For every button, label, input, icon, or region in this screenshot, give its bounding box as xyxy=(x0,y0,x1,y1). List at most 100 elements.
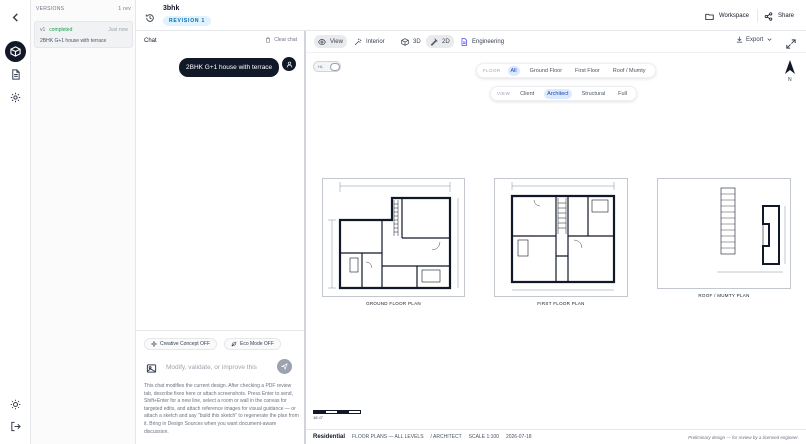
user-avatar xyxy=(282,57,296,71)
first-floor-title: FIRST FLOOR PLAN xyxy=(537,301,585,306)
project-name: 3bhk xyxy=(163,5,180,12)
send-icon xyxy=(281,363,288,370)
workspace-button[interactable]: Workspace xyxy=(705,9,749,23)
version-tag: v1 xyxy=(40,27,46,33)
drawing-canvas[interactable]: View Interior 3D 2D Engineering Export H… xyxy=(306,31,806,444)
settings-icon[interactable] xyxy=(5,87,26,108)
view-filter: VIEW Client Architect Structural Full xyxy=(490,86,637,101)
export-label: Export xyxy=(746,36,764,43)
user-icon xyxy=(286,61,292,67)
first-floor-plan[interactable] xyxy=(494,178,628,297)
version-time: Just now xyxy=(108,27,128,33)
3d-button[interactable]: 3D xyxy=(397,35,425,48)
view-button[interactable]: View xyxy=(314,35,347,48)
ground-floor-plan[interactable] xyxy=(322,178,465,297)
logout-icon[interactable] xyxy=(5,416,26,437)
creative-concept-toggle[interactable]: Creative Concept OFF xyxy=(144,338,218,350)
roof-plan[interactable] xyxy=(657,178,791,289)
revision-badge: REVISION 1 xyxy=(163,16,212,26)
app-root: VERSIONS 1 rev v1 completed Just now 2BH… xyxy=(0,0,806,444)
building-type: Residential xyxy=(313,434,346,440)
first-floor-drawing xyxy=(494,178,628,297)
view-option-client[interactable]: Client xyxy=(517,89,537,99)
clear-chat-button[interactable]: Clear chat xyxy=(265,37,297,43)
top-header: 3bhk REVISION 1 Workspace Share xyxy=(136,0,806,31)
folder-icon xyxy=(705,13,714,20)
chevron-down-icon xyxy=(767,38,772,41)
chat-divider xyxy=(136,330,305,331)
canvas-toolbar: View Interior 3D 2D Engineering Export xyxy=(306,31,806,53)
2d-label: 2D xyxy=(442,38,450,45)
north-label: N xyxy=(788,77,792,83)
chat-panel: Chat Clear chat 2BHK G+1 house with terr… xyxy=(136,31,305,444)
leaf-icon xyxy=(231,341,237,347)
eco-mode-toggle[interactable]: Eco Mode OFF xyxy=(224,338,281,350)
drawing-status-bar: Residential FLOOR PLANS — ALL LEVELS / A… xyxy=(306,429,806,444)
send-button[interactable] xyxy=(277,359,292,374)
versions-heading: VERSIONS xyxy=(36,6,65,12)
drawing-disclaimer: Preliminary design — for review by a lic… xyxy=(688,434,799,440)
user-message-bubble: 2BHK G+1 house with terrace xyxy=(179,58,280,77)
interior-button[interactable]: Interior xyxy=(350,35,389,48)
interior-label: Interior xyxy=(366,38,385,45)
share-button[interactable]: Share xyxy=(764,9,794,23)
eye-icon xyxy=(318,38,326,45)
wand-icon xyxy=(354,38,362,45)
floor-filter: FLOOR All Ground Floor First Floor Roof … xyxy=(476,63,656,78)
document-icon[interactable] xyxy=(5,64,26,85)
scale-bar-label: 16'-0" xyxy=(313,415,324,420)
creative-concept-label: Creative Concept OFF xyxy=(160,341,211,347)
roof-plan-drawing xyxy=(657,178,791,289)
workspace-label: Workspace xyxy=(719,13,749,19)
history-icon[interactable] xyxy=(145,10,155,22)
floor-option-all[interactable]: All xyxy=(507,65,520,76)
engineering-label: Engineering xyxy=(472,38,505,45)
header-divider xyxy=(757,9,758,22)
export-button[interactable]: Export xyxy=(736,36,773,43)
version-meta: v1 completed Just now xyxy=(40,27,128,33)
drawing-discipline: / ARCHITECT xyxy=(430,434,462,440)
version-card[interactable]: v1 completed Just now 2BHK G+1 house wit… xyxy=(34,21,133,48)
chat-message-input[interactable] xyxy=(166,359,274,375)
version-description: 2BHK G+1 house with terrace xyxy=(40,38,107,44)
view-option-full[interactable]: Full xyxy=(615,89,630,99)
scale-bar xyxy=(313,410,361,414)
versions-count: 1 rev xyxy=(118,6,131,12)
clear-chat-label: Clear chat xyxy=(274,37,297,43)
chat-help-text: This chat modifies the current design. A… xyxy=(144,383,299,435)
layer-toggle-knob xyxy=(330,63,340,71)
roof-plan-title: ROOF / MUMTY PLAN xyxy=(698,293,750,298)
sun-icon[interactable] xyxy=(5,394,26,415)
back-arrow-icon[interactable] xyxy=(5,7,26,28)
engineering-button[interactable]: Engineering xyxy=(456,35,508,48)
fullscreen-icon[interactable] xyxy=(786,36,796,49)
drawing-scale: SCALE 1:100 xyxy=(468,434,499,440)
chat-title: Chat xyxy=(144,38,157,44)
cube-outline-icon xyxy=(401,37,409,46)
floor-filter-label: FLOOR xyxy=(483,68,501,73)
cube-icon[interactable] xyxy=(5,41,26,62)
attach-image-icon[interactable] xyxy=(146,361,159,374)
floor-option-roof[interactable]: Roof / Mumty xyxy=(610,66,649,76)
eco-mode-label: Eco Mode OFF xyxy=(240,341,274,347)
layer-toggle[interactable]: HL xyxy=(313,61,341,72)
3d-label: 3D xyxy=(413,38,421,45)
view-label: View xyxy=(330,38,343,45)
version-status: completed xyxy=(49,27,73,33)
ground-floor-drawing xyxy=(322,178,465,297)
sparkle-icon xyxy=(151,341,157,347)
floor-option-ground[interactable]: Ground Floor xyxy=(527,66,565,76)
share-label: Share xyxy=(778,13,795,19)
floor-option-first[interactable]: First Floor xyxy=(572,66,603,76)
versions-header: VERSIONS 1 rev xyxy=(36,6,131,12)
versions-panel: VERSIONS 1 rev v1 completed Just now 2BH… xyxy=(31,0,136,444)
drawing-levels: FLOOR PLANS — ALL LEVELS xyxy=(352,434,424,440)
view-option-architect[interactable]: Architect xyxy=(544,88,572,99)
2d-button[interactable]: 2D xyxy=(426,35,454,48)
north-arrow-icon xyxy=(785,60,795,74)
view-option-structural[interactable]: Structural xyxy=(579,89,609,99)
trash-icon xyxy=(266,37,271,43)
drawing-date: 2026-07-18 xyxy=(505,434,532,440)
view-filter-label: VIEW xyxy=(497,91,511,96)
share-icon xyxy=(764,11,773,21)
